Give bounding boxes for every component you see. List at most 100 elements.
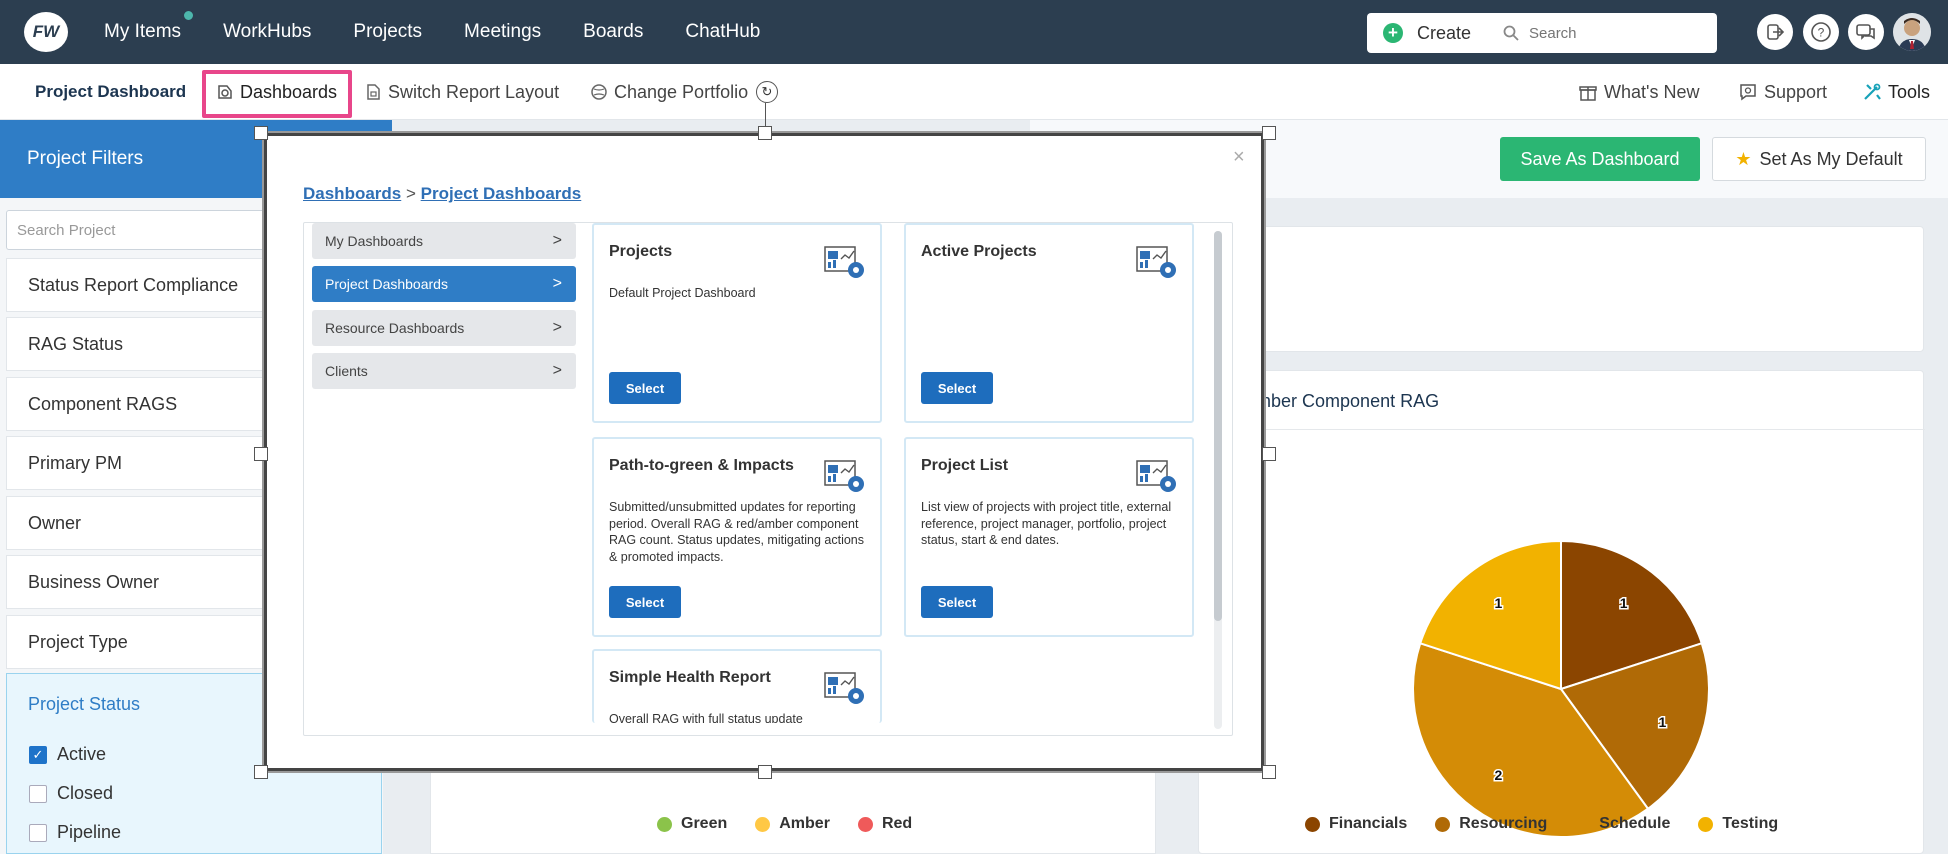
chevron-right-icon: >	[552, 362, 562, 379]
change-portfolio-button[interactable]: Change Portfolio	[590, 64, 748, 120]
legend-item-amber[interactable]: Amber	[755, 815, 830, 833]
resize-handle-s[interactable]	[758, 765, 772, 779]
breadcrumb-project-dashboards[interactable]: Project Dashboards	[421, 184, 582, 203]
switch-layout-button[interactable]: Switch Report Layout	[364, 64, 559, 120]
resize-handle-n[interactable]	[758, 126, 772, 140]
legend-item-red[interactable]: Red	[857, 815, 912, 833]
summary-card	[1198, 226, 1924, 352]
menu-my-dashboards[interactable]: My Dashboards >	[312, 223, 576, 259]
legend-dot	[1435, 816, 1451, 832]
help-icon[interactable]: ?	[1803, 14, 1839, 50]
card-description: Default Project Dashboard	[609, 286, 756, 300]
tools-label: Tools	[1888, 81, 1931, 102]
nav-meetings[interactable]: Meetings	[464, 21, 541, 43]
rotate-handle-icon[interactable]: ↻	[756, 81, 778, 103]
set-default-label: Set As My Default	[1759, 148, 1903, 169]
create-button[interactable]: + Create	[1367, 13, 1499, 53]
legend-label: Financials	[1329, 815, 1408, 832]
legend-label: Green	[681, 815, 728, 832]
pie-chart: 1 1 2 1	[1412, 539, 1710, 838]
nav-my-items[interactable]: My Items	[104, 9, 196, 43]
legend-label: Testing	[1722, 815, 1779, 832]
resize-handle-se[interactable]	[1262, 765, 1276, 779]
rag-legend: Green Amber Red	[657, 815, 940, 833]
resize-handle-w[interactable]	[254, 447, 268, 461]
close-icon[interactable]: ×	[1233, 146, 1245, 169]
chat-icon[interactable]	[1848, 14, 1884, 50]
notification-dot	[182, 9, 196, 22]
main-nav: My Items WorkHubs Projects Meetings Boar…	[104, 0, 802, 64]
resize-handle-sw[interactable]	[254, 765, 268, 779]
menu-project-dashboards[interactable]: Project Dashboards >	[312, 266, 576, 302]
star-icon: ★	[1735, 148, 1752, 169]
pie-label-resourcing: 1	[1658, 714, 1666, 730]
status-closed-label: Closed	[57, 783, 114, 803]
card-description: List view of projects with project title…	[921, 500, 1172, 547]
legend-item-resourcing[interactable]: Resourcing	[1435, 815, 1547, 833]
support-button[interactable]: Support	[1738, 64, 1827, 120]
save-as-dashboard-button[interactable]: Save As Dashboard	[1500, 137, 1700, 181]
nav-workhubs[interactable]: WorkHubs	[223, 21, 311, 43]
modal-scrollbar[interactable]	[1214, 231, 1222, 729]
global-search-input[interactable]	[1529, 24, 1699, 42]
resize-handle-nw[interactable]	[254, 126, 268, 140]
breadcrumb-dashboards[interactable]: Dashboards	[303, 184, 401, 203]
resize-handle-ne[interactable]	[1262, 126, 1276, 140]
legend-item-green[interactable]: Green	[657, 815, 727, 833]
report-icon	[367, 84, 380, 100]
menu-clients[interactable]: Clients >	[312, 353, 576, 389]
app-logo[interactable]: FW	[24, 12, 68, 52]
legend-dot	[1698, 816, 1714, 832]
support-label: Support	[1764, 81, 1828, 102]
menu-resource-dashboards[interactable]: Resource Dashboards >	[312, 310, 576, 346]
dashboards-modal: × Dashboards > Project Dashboards My Das…	[264, 133, 1264, 771]
tools-button[interactable]: Tools	[1862, 64, 1930, 120]
card-title: Simple Health Report	[609, 669, 771, 686]
change-portfolio-label: Change Portfolio	[614, 81, 749, 102]
dashboards-highlight	[202, 70, 352, 118]
chevron-right-icon: >	[552, 232, 562, 249]
gift-icon	[1579, 86, 1597, 101]
support-icon	[1740, 84, 1756, 101]
top-nav: FW My Items WorkHubs Projects Meetings B…	[0, 0, 1948, 64]
legend-item-testing[interactable]: Testing	[1698, 815, 1778, 833]
legend-dot	[657, 816, 672, 832]
legend-item-financials[interactable]: Financials	[1305, 815, 1407, 833]
project-dashboard-link[interactable]: Project Dashboard	[35, 64, 186, 120]
menu-project-dashboards-label: Project Dashboards	[325, 276, 448, 292]
legend-dot	[1575, 816, 1591, 832]
whats-new-label: What's New	[1604, 81, 1700, 102]
project-status-title[interactable]: Project Status	[28, 694, 140, 715]
card-title: Path-to-green & Impacts	[609, 457, 794, 474]
pie-label-financials: 1	[1620, 595, 1628, 611]
legend-label: Resourcing	[1459, 815, 1548, 832]
status-active-checkbox[interactable]: ✓ Active	[29, 744, 106, 765]
set-default-button[interactable]: ★ Set As My Default	[1712, 137, 1926, 181]
user-avatar[interactable]	[1893, 13, 1931, 51]
resize-handle-e[interactable]	[1262, 447, 1276, 461]
select-button[interactable]: Select	[921, 372, 993, 404]
legend-label: Amber	[779, 815, 830, 832]
dashboard-settings-icon	[824, 246, 864, 278]
legend-item-schedule[interactable]: Schedule	[1575, 815, 1670, 833]
status-closed-checkbox[interactable]: Closed	[29, 783, 113, 804]
select-button[interactable]: Select	[609, 586, 681, 618]
global-search[interactable]	[1491, 13, 1717, 53]
scrollbar-thumb[interactable]	[1214, 231, 1222, 621]
menu-my-dashboards-label: My Dashboards	[325, 233, 424, 249]
nav-chathub[interactable]: ChatHub	[685, 21, 760, 43]
select-button[interactable]: Select	[609, 372, 681, 404]
nav-my-items-label: My Items	[104, 21, 182, 42]
chevron-right-icon: >	[552, 275, 562, 292]
legend-label: Schedule	[1599, 815, 1671, 832]
pie-label-testing: 1	[1494, 595, 1502, 611]
select-button[interactable]: Select	[921, 586, 993, 618]
nav-projects[interactable]: Projects	[353, 21, 422, 43]
card-divider	[1199, 429, 1925, 430]
dashboard-card-active-projects: Active Projects Select	[904, 223, 1194, 423]
status-pipeline-checkbox[interactable]: Pipeline	[29, 822, 121, 843]
logout-icon[interactable]	[1757, 14, 1793, 50]
whats-new-button[interactable]: What's New	[1578, 64, 1699, 120]
nav-boards[interactable]: Boards	[583, 21, 643, 43]
card-title: Project List	[921, 457, 1009, 474]
